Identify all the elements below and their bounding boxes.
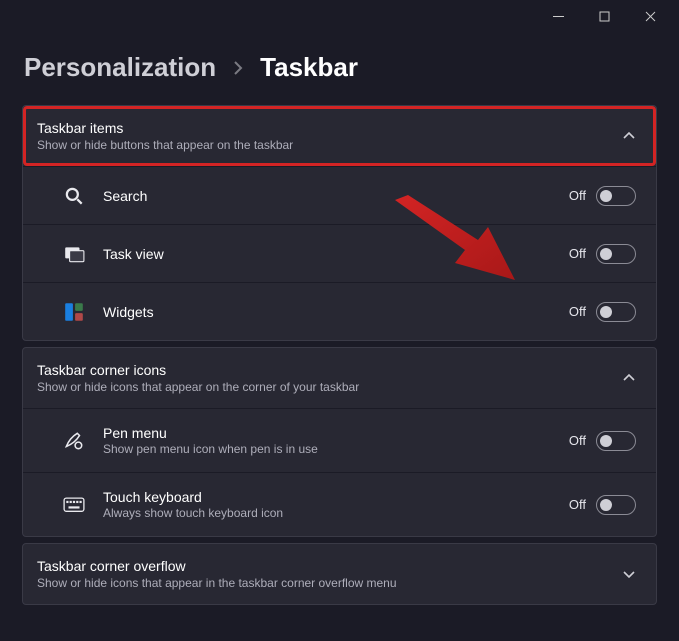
row-label: Widgets [103, 304, 154, 320]
minimize-button[interactable] [535, 0, 581, 32]
row-widgets: Widgets Off [23, 282, 656, 340]
section-title: Taskbar corner icons [37, 362, 359, 378]
section-title: Taskbar corner overflow [37, 558, 397, 574]
search-icon [63, 185, 85, 207]
window-titlebar [0, 0, 679, 32]
row-pen-menu: Pen menu Show pen menu icon when pen is … [23, 408, 656, 472]
row-label: Touch keyboard [103, 489, 283, 505]
toggle-search[interactable] [596, 186, 636, 206]
chevron-right-icon [230, 60, 246, 76]
row-search: Search Off [23, 166, 656, 224]
row-sublabel: Always show touch keyboard icon [103, 506, 283, 520]
task-view-icon [63, 243, 85, 265]
row-label: Task view [103, 246, 164, 262]
breadcrumb: Personalization Taskbar [0, 32, 679, 105]
section-corner-overflow: Taskbar corner overflow Show or hide ico… [22, 543, 657, 605]
breadcrumb-current: Taskbar [260, 52, 358, 83]
section-header-corner-overflow[interactable]: Taskbar corner overflow Show or hide ico… [23, 544, 656, 604]
toggle-state: Off [569, 246, 586, 261]
toggle-widgets[interactable] [596, 302, 636, 322]
row-task-view: Task view Off [23, 224, 656, 282]
section-title: Taskbar items [37, 120, 293, 136]
toggle-task-view[interactable] [596, 244, 636, 264]
section-taskbar-items: Taskbar items Show or hide buttons that … [22, 105, 657, 341]
toggle-touch-keyboard[interactable] [596, 495, 636, 515]
breadcrumb-parent[interactable]: Personalization [24, 52, 216, 83]
toggle-pen-menu[interactable] [596, 431, 636, 451]
row-sublabel: Show pen menu icon when pen is in use [103, 442, 318, 456]
toggle-state: Off [569, 304, 586, 319]
row-label: Search [103, 188, 147, 204]
section-header-taskbar-items[interactable]: Taskbar items Show or hide buttons that … [23, 106, 656, 166]
section-header-corner-icons[interactable]: Taskbar corner icons Show or hide icons … [23, 348, 656, 408]
keyboard-icon [63, 494, 85, 516]
row-touch-keyboard: Touch keyboard Always show touch keyboar… [23, 472, 656, 536]
toggle-state: Off [569, 433, 586, 448]
toggle-state: Off [569, 497, 586, 512]
toggle-state: Off [569, 188, 586, 203]
section-corner-icons: Taskbar corner icons Show or hide icons … [22, 347, 657, 537]
close-button[interactable] [627, 0, 673, 32]
row-label: Pen menu [103, 425, 318, 441]
widgets-icon [63, 301, 85, 323]
pen-icon [63, 430, 85, 452]
section-subtitle: Show or hide buttons that appear on the … [37, 138, 293, 152]
section-subtitle: Show or hide icons that appear on the co… [37, 380, 359, 394]
section-subtitle: Show or hide icons that appear in the ta… [37, 576, 397, 590]
chevron-up-icon [622, 129, 636, 143]
chevron-up-icon [622, 371, 636, 385]
chevron-down-icon [622, 567, 636, 581]
maximize-button[interactable] [581, 0, 627, 32]
